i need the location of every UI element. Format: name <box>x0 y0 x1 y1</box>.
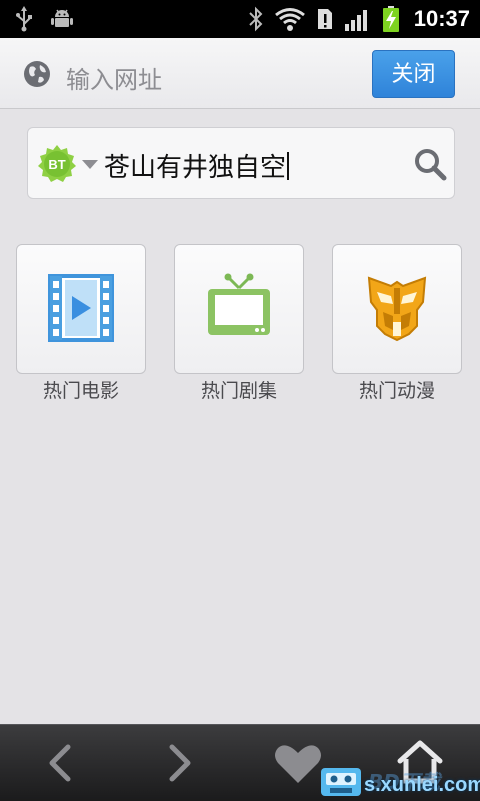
search-box[interactable]: BT 苍山有井独自空 <box>27 127 455 199</box>
bt-engine-icon[interactable]: BT <box>37 144 77 184</box>
tile-label-hot-anime: 热门动漫 <box>358 380 435 402</box>
watermark: BD下载 s.xunlei.com <box>320 766 480 800</box>
clock: 10:37 <box>413 6 470 31</box>
tv-icon <box>208 273 270 335</box>
search-query: 苍山有井独自空 <box>104 153 287 183</box>
engine-dropdown-icon[interactable] <box>82 160 98 169</box>
search-icon[interactable] <box>413 147 447 181</box>
android-debug-icon <box>51 9 73 27</box>
film-icon <box>48 274 114 342</box>
cassette-logo-icon <box>321 768 361 796</box>
transformers-icon <box>367 276 427 342</box>
url-bar: 输入网址 关闭 <box>0 38 480 109</box>
usb-icon <box>16 6 32 32</box>
tile-label-hot-movies: 热门电影 <box>42 380 119 402</box>
tile-hot-anime[interactable] <box>332 244 462 374</box>
watermark-text: s.xunlei.com <box>364 774 480 796</box>
tile-label-hot-series: 热门剧集 <box>200 380 277 402</box>
status-bar: 10:37 <box>0 0 480 38</box>
tile-hot-movies[interactable] <box>16 244 146 374</box>
back-icon[interactable] <box>30 739 90 787</box>
text-cursor <box>287 152 290 180</box>
search-input[interactable]: 苍山有井独自空 <box>104 147 290 184</box>
sim-alert-icon <box>317 9 332 29</box>
close-button[interactable]: 关闭 <box>372 50 455 98</box>
bluetooth-icon <box>249 6 263 32</box>
bt-badge-text: BT <box>48 157 65 172</box>
url-input[interactable]: 输入网址 <box>66 60 162 95</box>
globe-icon <box>24 61 50 87</box>
forward-icon[interactable] <box>150 739 210 787</box>
favorites-heart-icon[interactable] <box>268 739 328 787</box>
signal-icon <box>344 10 367 31</box>
wifi-icon <box>274 8 305 31</box>
battery-charging-icon <box>382 6 399 32</box>
tile-hot-series[interactable] <box>174 244 304 374</box>
